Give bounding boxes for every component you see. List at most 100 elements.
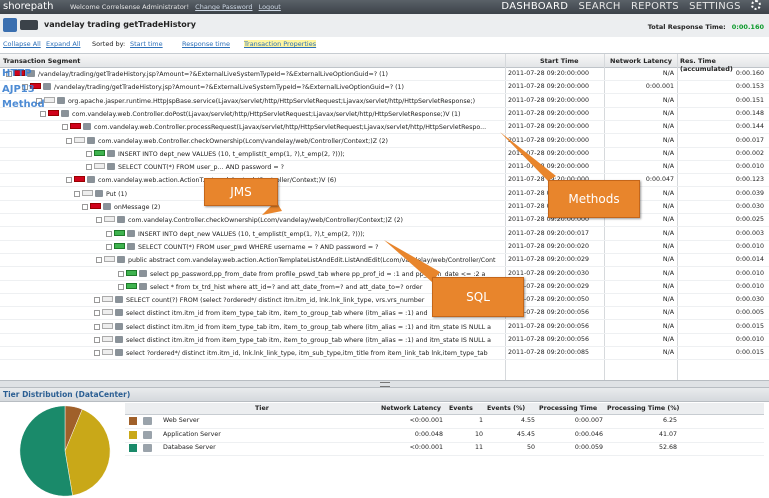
tier-col-tier[interactable]: Tier <box>255 405 269 412</box>
sorted-by-label: Sorted by: <box>92 40 126 48</box>
expand-all-link[interactable]: Expand All <box>46 40 80 48</box>
tier-col-events-pct[interactable]: Events (%) <box>487 405 525 412</box>
expand-toggle-icon[interactable] <box>118 283 124 290</box>
tier-col-proc-pct[interactable]: Processing Time (%) <box>607 405 679 412</box>
segment-cell: INSERT INTO dept_new VALUES (10, t_empli… <box>106 229 500 238</box>
brand-logo[interactable]: shorepath <box>3 1 53 12</box>
table-row[interactable]: public abstract com.vandelay.web.action.… <box>0 254 769 268</box>
expand-toggle-icon[interactable] <box>86 150 92 157</box>
col-segment[interactable]: Transaction Segment <box>3 57 80 65</box>
tier-row[interactable]: Database Server <0:00.001 11 50 0:00.059 52.6… <box>125 442 764 456</box>
latency-cell: N/A <box>662 296 674 304</box>
segment-text: public abstract com.vandelay.web.action.… <box>128 257 496 265</box>
expand-toggle-icon[interactable] <box>86 164 92 171</box>
table-row[interactable]: org.apache.jasper.runtime.HttpJspBase.se… <box>0 95 769 108</box>
table-row[interactable]: INSERT INTO dept_new VALUES (10, t_empli… <box>0 148 769 161</box>
expand-toggle-icon[interactable] <box>94 310 100 317</box>
table-row[interactable]: select ?ordered*/ distinct itm.itm_id, l… <box>0 347 769 361</box>
table-row[interactable]: Put (1)2011-07-28 09:20:00:000N/A0:00.03… <box>0 188 769 201</box>
tier-col-events[interactable]: Events <box>449 405 473 412</box>
table-row[interactable]: com.vandelay.web.Controller.doPost(Ljava… <box>0 108 769 121</box>
segment-text: select distinct itm.itm_id from item_typ… <box>126 323 492 331</box>
tier-col-proc[interactable]: Processing Time <box>539 405 597 412</box>
latency-cell: 0:00.001 <box>645 83 674 91</box>
nav-search[interactable]: SEARCH <box>578 0 620 14</box>
table-row[interactable]: onMessage (2)2011-07-28 09:20:00:000N/A0… <box>0 201 769 214</box>
latency-cell: N/A <box>662 70 674 77</box>
duration-bar <box>82 189 93 196</box>
table-row[interactable]: SELECT COUNT(*) FROM user_p... AND passw… <box>0 161 769 175</box>
sort-start-time[interactable]: Start time <box>130 40 163 48</box>
duration-bar <box>48 109 59 116</box>
col-network-latency[interactable]: Network Latency <box>610 57 672 65</box>
start-time-cell: 2011-07-28 09:20:00:056 <box>508 336 590 343</box>
segment-cell: public abstract com.vandelay.web.action.… <box>96 256 500 264</box>
expand-toggle-icon[interactable] <box>96 217 102 224</box>
expand-toggle-icon[interactable] <box>94 350 100 357</box>
pie-slice[interactable] <box>19 405 73 497</box>
duration-bar <box>102 336 113 342</box>
expand-toggle-icon[interactable] <box>66 137 72 144</box>
table-row[interactable]: select distinct itm.itm_id from item_typ… <box>0 307 769 321</box>
segment-cell: org.apache.jasper.runtime.HttpJspBase.se… <box>36 96 500 105</box>
logout-link[interactable]: Logout <box>259 3 281 11</box>
table-row[interactable]: select pp_password,pp_from_date from pro… <box>0 268 769 281</box>
res-time-cell: 0:00.160 <box>735 70 764 77</box>
latency-cell: N/A <box>662 322 674 330</box>
segment-text: select distinct itm.itm_id from item_typ… <box>126 337 492 344</box>
tier-row[interactable]: Web Server <0:00.001 1 4.55 0:00.007 6.25 <box>125 415 764 429</box>
change-password-link[interactable]: Change Password <box>195 3 252 11</box>
tier-proc-cell: 0:00.007 <box>574 417 603 424</box>
table-row[interactable]: SELECT COUNT(*) FROM user_pwd WHERE user… <box>0 241 769 254</box>
table-row[interactable]: select * from tx_trd_hist where att_id=?… <box>0 281 769 294</box>
res-time-cell: 0:00.144 <box>735 123 764 131</box>
table-row[interactable]: /vandelay/trading/getTradeHistory.jsp?Am… <box>0 81 769 95</box>
ajp13-overlay-label: AJP13 <box>2 84 35 95</box>
welcome-text: Welcome Correlsense Administrator! <box>70 3 190 11</box>
collapse-all-link[interactable]: Collapse All <box>3 40 41 48</box>
col-start-time[interactable]: Start Time <box>540 57 579 65</box>
expand-toggle-icon[interactable] <box>62 124 68 131</box>
table-row[interactable]: INSERT INTO dept_new VALUES (10, t_empli… <box>0 228 769 241</box>
table-row[interactable]: com.vandelay.Controller.checkOwnership(L… <box>0 214 769 228</box>
node-icon <box>115 336 123 343</box>
expand-toggle-icon[interactable] <box>94 297 100 304</box>
tier-row[interactable]: Application Server 0:00.048 10 45.45 0:00.04… <box>125 429 764 443</box>
sort-transaction-properties[interactable]: Transaction Properties <box>244 40 317 48</box>
tier-col-latency[interactable]: Network Latency <box>381 405 441 412</box>
table-row[interactable]: com.vandelay.web.Controller.processReque… <box>0 121 769 135</box>
expand-toggle-icon[interactable] <box>74 190 80 197</box>
gear-icon[interactable] <box>751 0 761 10</box>
start-time-cell: 2011-07-28 09:20:00:000 <box>508 136 590 144</box>
res-time-cell: 0:00.017 <box>735 136 764 144</box>
segment-text: com.vandelay.web.Controller.doPost(Ljava… <box>72 110 461 118</box>
tier-proc-cell: 0:00.046 <box>574 430 603 438</box>
duration-bar <box>102 296 113 303</box>
sort-response-time[interactable]: Response time <box>182 40 230 48</box>
expand-toggle-icon[interactable] <box>94 337 100 343</box>
expand-toggle-icon[interactable] <box>96 257 102 264</box>
tier-latency-cell: <0:00.001 <box>409 444 443 451</box>
table-row[interactable]: com.vandelay.web.action.ActionT... /vand… <box>0 174 769 188</box>
expand-toggle-icon[interactable] <box>82 204 88 210</box>
nav-reports[interactable]: REPORTS <box>631 0 679 14</box>
table-row[interactable]: select distinct itm.itm_id from item_typ… <box>0 334 769 347</box>
expand-toggle-icon[interactable] <box>40 110 46 117</box>
nav-settings[interactable]: SETTINGS <box>689 0 741 14</box>
list-icon[interactable] <box>3 18 17 32</box>
duration-bar <box>94 149 105 156</box>
expand-toggle-icon[interactable] <box>66 177 72 184</box>
table-row[interactable]: select distinct itm.itm_id from item_typ… <box>0 321 769 334</box>
methods-callout: Methods <box>548 180 640 218</box>
expand-toggle-icon[interactable] <box>106 230 112 237</box>
splitter-handle[interactable] <box>0 380 769 388</box>
expand-toggle-icon[interactable] <box>94 323 100 330</box>
nav-dashboard[interactable]: DASHBOARD <box>501 0 568 14</box>
table-row[interactable]: /vandelay/trading/getTradeHistory.jsp?Am… <box>0 68 769 81</box>
expand-toggle-icon[interactable] <box>118 270 124 277</box>
transaction-grid: Transaction Segment Start Time Network L… <box>0 53 769 380</box>
table-row[interactable]: com.vandelay.web.Controller.checkOwnersh… <box>0 135 769 148</box>
table-row[interactable]: SELECT count(?) FROM (select ?ordered*/ … <box>0 294 769 308</box>
res-time-cell: 0:00.010 <box>735 163 764 171</box>
expand-toggle-icon[interactable] <box>106 243 112 250</box>
